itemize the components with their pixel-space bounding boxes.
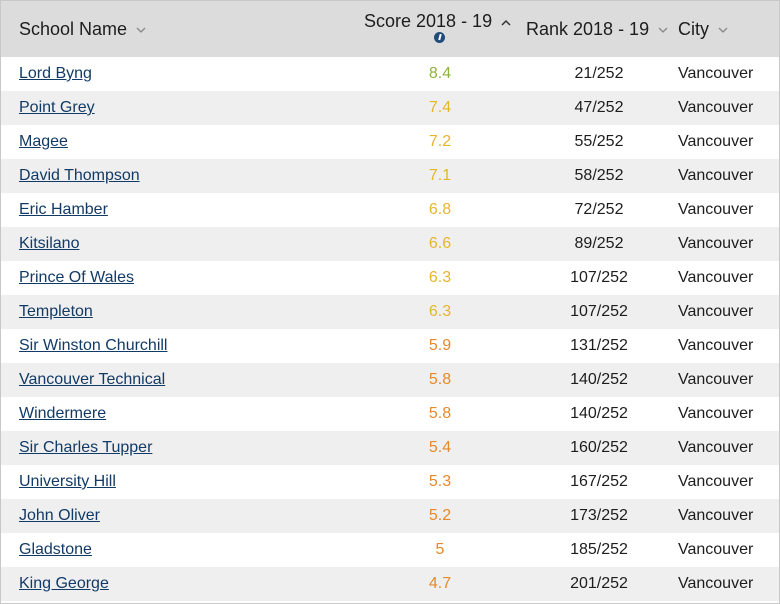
city-value: Vancouver bbox=[678, 337, 754, 354]
city-value: Vancouver bbox=[678, 99, 754, 116]
chevron-up-icon bbox=[501, 19, 511, 26]
city-header-label: City bbox=[678, 19, 709, 39]
city-value: Vancouver bbox=[678, 507, 754, 524]
table-header: School Name Score 2018 - 19 Rank 2018 - … bbox=[1, 1, 779, 57]
city-value: Vancouver bbox=[678, 167, 754, 184]
rank-value: 58/252 bbox=[574, 167, 624, 184]
school-name-header-label: School Name bbox=[19, 19, 128, 39]
table-row: University Hill 5.3 167/252 Vancouver bbox=[1, 465, 779, 499]
chevron-down-icon bbox=[718, 27, 728, 34]
score-value: 7.2 bbox=[428, 133, 452, 150]
city-value: Vancouver bbox=[678, 541, 754, 558]
score-header-label: Score 2018 - 19 bbox=[364, 11, 493, 31]
table-row: Sir Charles Tupper 5.4 160/252 Vancouver bbox=[1, 431, 779, 465]
city-value: Vancouver bbox=[678, 235, 754, 252]
score-value: 5.4 bbox=[428, 439, 452, 456]
chevron-down-icon bbox=[658, 27, 668, 34]
table-row: Point Grey 7.4 47/252 Vancouver bbox=[1, 91, 779, 125]
school-name-link[interactable]: University Hill bbox=[19, 465, 116, 499]
score-value: 5.2 bbox=[428, 507, 452, 524]
score-value: 5.8 bbox=[428, 371, 452, 388]
school-name-link[interactable]: Kitsilano bbox=[19, 227, 79, 261]
city-value: Vancouver bbox=[678, 439, 754, 456]
rank-column-header[interactable]: Rank 2018 - 19 bbox=[526, 1, 668, 57]
score-value: 6.3 bbox=[428, 303, 452, 320]
score-value: 8.4 bbox=[428, 65, 452, 82]
school-name-link[interactable]: John Oliver bbox=[19, 499, 100, 533]
rank-value: 173/252 bbox=[570, 507, 628, 524]
score-value: 5 bbox=[435, 541, 445, 558]
school-name-link[interactable]: Gladstone bbox=[19, 533, 92, 567]
score-column-header[interactable]: Score 2018 - 19 bbox=[364, 10, 514, 43]
rank-value: 55/252 bbox=[574, 133, 624, 150]
rank-value: 140/252 bbox=[570, 371, 628, 388]
school-name-link[interactable]: Lord Byng bbox=[19, 57, 92, 91]
city-value: Vancouver bbox=[678, 405, 754, 422]
school-name-link[interactable]: Sir Winston Churchill bbox=[19, 329, 167, 363]
rank-value: 140/252 bbox=[570, 405, 628, 422]
rank-header-label: Rank 2018 - 19 bbox=[526, 19, 650, 39]
table-row: Magee 7.2 55/252 Vancouver bbox=[1, 125, 779, 159]
table-row: Kitsilano 6.6 89/252 Vancouver bbox=[1, 227, 779, 261]
table-row: Windermere 5.8 140/252 Vancouver bbox=[1, 397, 779, 431]
table-row: Eric Hamber 6.8 72/252 Vancouver bbox=[1, 193, 779, 227]
rank-value: 131/252 bbox=[570, 337, 628, 354]
score-value: 5.9 bbox=[428, 337, 452, 354]
city-value: Vancouver bbox=[678, 269, 754, 286]
info-icon[interactable] bbox=[434, 32, 445, 43]
table-row: Vancouver Technical 5.8 140/252 Vancouver bbox=[1, 363, 779, 397]
score-value: 4.7 bbox=[428, 575, 452, 592]
table-body: Lord Byng 8.4 21/252 Vancouver Point Grey 7.… bbox=[1, 57, 779, 601]
table-row: Prince Of Wales 6.3 107/252 Vancouver bbox=[1, 261, 779, 295]
school-name-link[interactable]: David Thompson bbox=[19, 159, 140, 193]
school-name-link[interactable]: Prince Of Wales bbox=[19, 261, 134, 295]
rank-value: 185/252 bbox=[570, 541, 628, 558]
city-value: Vancouver bbox=[678, 201, 754, 218]
score-value: 6.8 bbox=[428, 201, 452, 218]
table-row: John Oliver 5.2 173/252 Vancouver bbox=[1, 499, 779, 533]
city-value: Vancouver bbox=[678, 575, 754, 592]
score-value: 6.6 bbox=[428, 235, 452, 252]
school-name-link[interactable]: Vancouver Technical bbox=[19, 363, 165, 397]
rank-value: 47/252 bbox=[574, 99, 624, 116]
rank-value: 167/252 bbox=[570, 473, 628, 490]
table-row: King George 4.7 201/252 Vancouver bbox=[1, 567, 779, 601]
school-name-column-header[interactable]: School Name bbox=[19, 1, 146, 57]
table-row: Lord Byng 8.4 21/252 Vancouver bbox=[1, 57, 779, 91]
table-row: Sir Winston Churchill 5.9 131/252 Vancouver bbox=[1, 329, 779, 363]
school-name-link[interactable]: Windermere bbox=[19, 397, 106, 431]
school-name-link[interactable]: Templeton bbox=[19, 295, 93, 329]
score-value: 5.3 bbox=[428, 473, 452, 490]
rank-value: 107/252 bbox=[570, 303, 628, 320]
school-rankings-table: School Name Score 2018 - 19 Rank 2018 - … bbox=[0, 0, 780, 604]
rank-value: 21/252 bbox=[574, 65, 624, 82]
school-name-link[interactable]: Sir Charles Tupper bbox=[19, 431, 152, 465]
school-name-link[interactable]: Point Grey bbox=[19, 91, 95, 125]
chevron-down-icon bbox=[136, 27, 146, 34]
city-value: Vancouver bbox=[678, 371, 754, 388]
score-value: 5.8 bbox=[428, 405, 452, 422]
rank-value: 201/252 bbox=[570, 575, 628, 592]
score-value: 7.4 bbox=[428, 99, 452, 116]
score-value: 6.3 bbox=[428, 269, 452, 286]
city-column-header[interactable]: City bbox=[678, 1, 728, 57]
school-name-link[interactable]: King George bbox=[19, 567, 109, 601]
table-row: Templeton 6.3 107/252 Vancouver bbox=[1, 295, 779, 329]
city-value: Vancouver bbox=[678, 473, 754, 490]
school-name-link[interactable]: Eric Hamber bbox=[19, 193, 108, 227]
school-name-link[interactable]: Magee bbox=[19, 125, 68, 159]
rank-value: 89/252 bbox=[574, 235, 624, 252]
city-value: Vancouver bbox=[678, 65, 754, 82]
table-row: Gladstone 5 185/252 Vancouver bbox=[1, 533, 779, 567]
city-value: Vancouver bbox=[678, 303, 754, 320]
rank-value: 107/252 bbox=[570, 269, 628, 286]
table-row: David Thompson 7.1 58/252 Vancouver bbox=[1, 159, 779, 193]
rank-value: 72/252 bbox=[574, 201, 624, 218]
score-value: 7.1 bbox=[428, 167, 452, 184]
rank-value: 160/252 bbox=[570, 439, 628, 456]
city-value: Vancouver bbox=[678, 133, 754, 150]
